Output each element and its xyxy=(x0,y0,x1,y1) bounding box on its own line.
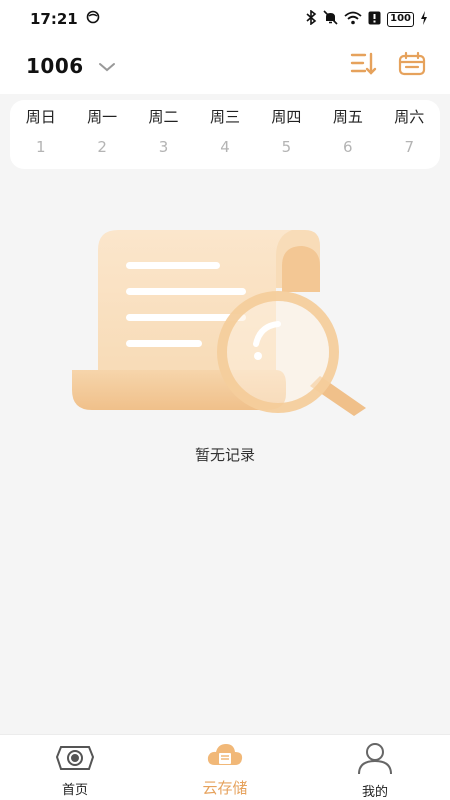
device-name: 1006 xyxy=(26,54,84,78)
day-number: 4 xyxy=(220,138,230,156)
day-name: 周日 xyxy=(25,108,56,126)
day-sunday[interactable]: 周日 1 xyxy=(10,100,71,169)
day-name: 周一 xyxy=(87,108,118,126)
alert-icon xyxy=(368,10,381,29)
day-wednesday[interactable]: 周三 4 xyxy=(194,100,255,169)
battery-icon: 100 xyxy=(387,11,414,27)
status-bar: 17:21 100 xyxy=(0,0,450,38)
empty-state: 暂无记录 xyxy=(0,226,450,465)
mute-icon xyxy=(323,9,338,29)
empty-message: 暂无记录 xyxy=(194,446,255,464)
day-number: 1 xyxy=(35,138,46,156)
cloud-storage-icon xyxy=(205,741,245,775)
week-strip: 周日 1 周一 2 周二 3 周三 4 周四 5 周五 6 周六 7 xyxy=(10,100,440,169)
day-thursday[interactable]: 周四 5 xyxy=(256,100,317,169)
sort-icon[interactable] xyxy=(350,51,378,81)
status-right: 100 xyxy=(305,8,428,29)
header-actions xyxy=(350,51,426,81)
day-saturday[interactable]: 周六 7 xyxy=(379,100,440,169)
day-name: 周五 xyxy=(332,108,363,126)
status-time: 17:21 xyxy=(30,10,78,28)
tab-bar: 首页 云存储 我的 xyxy=(0,734,450,800)
day-monday[interactable]: 周一 2 xyxy=(71,100,132,169)
calendar-icon[interactable] xyxy=(398,51,426,81)
day-number: 6 xyxy=(343,138,353,156)
status-left: 17:21 xyxy=(30,10,100,28)
tab-label: 首页 xyxy=(61,783,88,798)
bluetooth-icon xyxy=(305,8,317,29)
empty-records-illustration xyxy=(70,226,380,422)
tab-profile[interactable]: 我的 xyxy=(300,735,450,800)
day-name: 周六 xyxy=(394,108,425,126)
day-name: 周四 xyxy=(271,108,302,126)
camera-eye-icon xyxy=(55,741,95,777)
tab-label: 我的 xyxy=(361,785,388,800)
day-number: 7 xyxy=(404,138,415,156)
day-number: 5 xyxy=(281,138,292,156)
chevron-down-icon[interactable] xyxy=(98,57,116,76)
tab-label: 云存储 xyxy=(202,779,248,797)
tab-home[interactable]: 首页 xyxy=(0,735,150,800)
face-icon xyxy=(86,10,100,28)
day-name: 周三 xyxy=(209,108,240,126)
day-number: 3 xyxy=(158,138,169,156)
day-tuesday[interactable]: 周二 3 xyxy=(133,100,194,169)
user-icon xyxy=(355,741,395,779)
charging-icon xyxy=(420,10,428,29)
day-friday[interactable]: 周五 6 xyxy=(317,100,378,169)
tab-cloud-storage[interactable]: 云存储 xyxy=(150,735,300,800)
wifi-icon xyxy=(344,10,362,29)
device-selector[interactable]: 1006 xyxy=(26,54,116,78)
day-name: 周二 xyxy=(148,108,179,126)
header: 1006 xyxy=(0,38,450,94)
day-number: 2 xyxy=(97,138,107,156)
